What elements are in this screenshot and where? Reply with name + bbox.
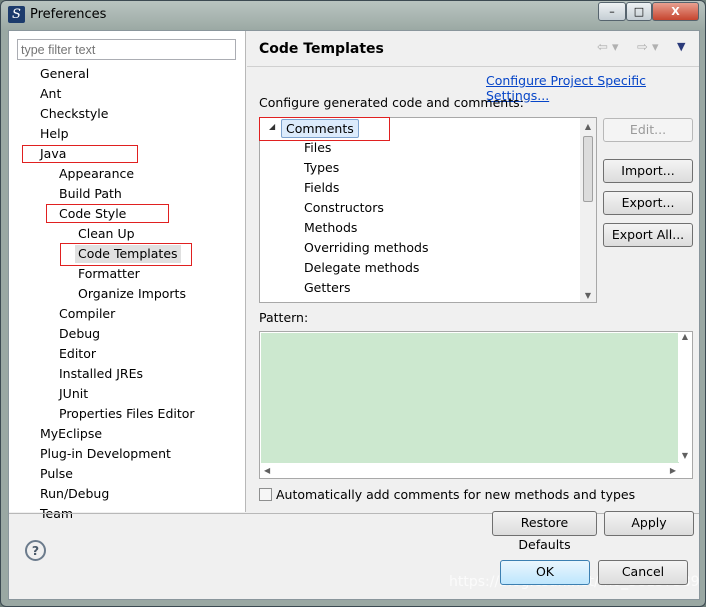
templates-scrollbar[interactable]: ▲ ▼ — [580, 118, 596, 302]
cancel-button[interactable]: Cancel — [598, 560, 688, 585]
tree-item[interactable]: Run/Debug — [40, 485, 109, 503]
tree-item[interactable]: Compiler — [59, 305, 115, 323]
pattern-label: Pattern: — [259, 310, 309, 325]
auto-comments-checkbox[interactable] — [259, 488, 272, 501]
app-icon: S — [8, 6, 25, 23]
page-header: Code Templates ⇦ ▾ ⇨ ▾ ▼ — [247, 31, 699, 67]
tree-item[interactable]: Pulse — [40, 465, 73, 483]
ok-button[interactable]: OK — [500, 560, 590, 585]
pattern-vscrollbar[interactable]: ▲ ▼ — [678, 332, 692, 462]
template-item[interactable]: Types — [304, 159, 339, 177]
restore-defaults-button[interactable]: Restore Defaults — [492, 511, 597, 552]
tree-item[interactable]: Clean Up — [78, 225, 135, 243]
pattern-text-area[interactable] — [261, 333, 679, 463]
tree-item[interactable]: Checkstyle — [40, 105, 108, 123]
tree-item[interactable]: JUnit — [59, 385, 88, 403]
highlight-code-templates — [60, 243, 192, 266]
tree-item[interactable]: General — [40, 65, 89, 83]
configure-label: Configure generated code and comments: — [259, 95, 524, 110]
template-item[interactable]: Files — [304, 139, 331, 157]
tree-item[interactable]: Build Path — [59, 185, 122, 203]
preference-tree-panel: GeneralAntCheckstyleHelpJavaAppearanceBu… — [9, 31, 246, 521]
template-item[interactable]: Fields — [304, 179, 339, 197]
settings-page: Code Templates ⇦ ▾ ⇨ ▾ ▼ Configure Proje… — [247, 31, 699, 512]
templates-tree[interactable]: ◢ Comments Files Types Fields Constructors M… — [259, 117, 597, 303]
import-button[interactable]: Import... — [603, 159, 693, 183]
tree-item[interactable]: Plug-in Development — [40, 445, 171, 463]
edit-button[interactable]: Edit... — [603, 118, 693, 142]
dialog-body: GeneralAntCheckstyleHelpJavaAppearanceBu… — [8, 30, 700, 600]
highlight-comments — [259, 117, 390, 141]
maximize-button[interactable]: □ — [626, 2, 652, 21]
close-button[interactable]: X — [652, 2, 699, 21]
tree-item[interactable]: Installed JREs — [59, 365, 143, 383]
tree-item[interactable]: Editor — [59, 345, 96, 363]
preferences-window: S Preferences – □ X General Ant Checkstyle… — [0, 0, 706, 607]
forward-icon[interactable]: ⇨ ▾ — [637, 40, 659, 55]
tree-item[interactable]: Help — [40, 125, 69, 143]
pattern-hscrollbar[interactable]: ◀ ▶ — [260, 464, 680, 478]
back-icon[interactable]: ⇦ ▾ — [597, 40, 619, 55]
filter-input[interactable] — [17, 39, 236, 60]
menu-dropdown-icon[interactable]: ▼ — [677, 40, 685, 53]
minimize-button[interactable]: – — [598, 2, 626, 21]
tree-item[interactable]: Formatter — [78, 265, 140, 283]
template-item[interactable]: Overriding methods — [304, 239, 428, 257]
pattern-editor[interactable]: ▲ ▼ ◀ ▶ — [259, 331, 693, 479]
template-item[interactable]: Constructors — [304, 199, 384, 217]
window-title: Preferences — [30, 7, 107, 22]
page-title: Code Templates — [259, 41, 384, 57]
export-button[interactable]: Export... — [603, 191, 693, 215]
auto-comments-label[interactable]: Automatically add comments for new metho… — [276, 487, 635, 502]
tree-item[interactable]: Properties Files Editor — [59, 405, 195, 423]
highlight-java — [22, 145, 138, 163]
help-icon[interactable]: ? — [25, 540, 46, 561]
template-item[interactable]: Delegate methods — [304, 259, 419, 277]
apply-button[interactable]: Apply — [604, 511, 694, 536]
tree-item[interactable]: Appearance — [59, 165, 134, 183]
export-all-button[interactable]: Export All... — [603, 223, 693, 247]
template-item[interactable]: Methods — [304, 219, 357, 237]
tree-item[interactable]: MyEclipse — [40, 425, 102, 443]
template-item[interactable]: Getters — [304, 279, 351, 297]
tree-item[interactable]: Organize Imports — [78, 285, 186, 303]
tree-item[interactable]: Ant — [40, 85, 61, 103]
tree-item[interactable]: Debug — [59, 325, 100, 343]
highlight-code-style — [46, 204, 169, 223]
